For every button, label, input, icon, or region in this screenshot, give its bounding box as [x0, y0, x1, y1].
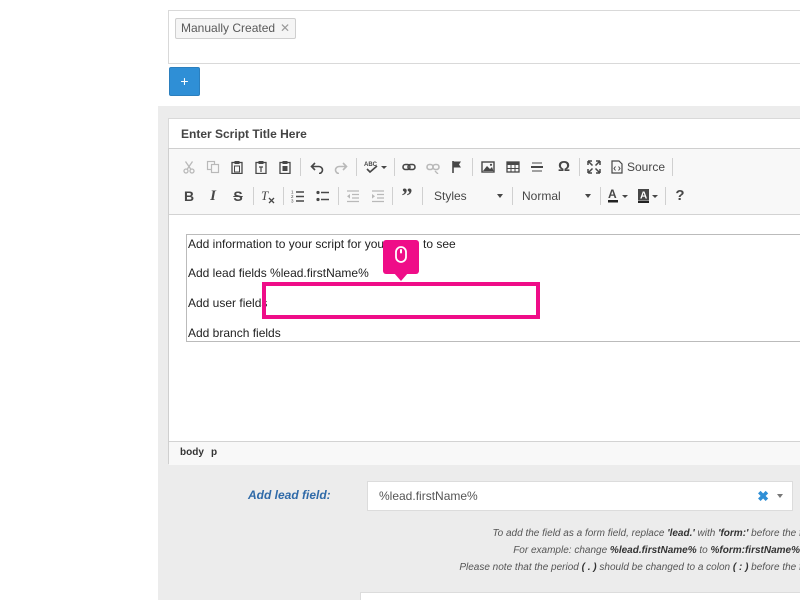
paste-icon[interactable] [227, 155, 247, 179]
doc-paragraph[interactable]: Add user fields [188, 296, 267, 310]
doc-paragraph[interactable]: Add information to your script for your [188, 237, 388, 251]
tag-remove-icon[interactable]: ✕ [280, 19, 290, 38]
toolbar-separator [283, 187, 284, 205]
help-text: before the fi [748, 562, 800, 573]
help-text-line-2: For example: change %lead.firstName% to … [513, 545, 800, 556]
help-code: %form:firstName% [710, 545, 800, 556]
bold-icon[interactable]: B [179, 184, 199, 208]
path-item-p[interactable]: p [211, 447, 217, 458]
help-text-line-1: To add the field as a form field, replac… [492, 528, 800, 539]
link-icon[interactable] [399, 155, 419, 179]
click-target-highlight [262, 282, 540, 319]
text-color-icon[interactable]: A [605, 184, 631, 208]
bg-color-icon[interactable]: A [635, 184, 661, 208]
maximize-icon[interactable] [584, 155, 604, 179]
marker-pointer [394, 273, 408, 281]
svg-text:A: A [608, 188, 617, 201]
source-button[interactable]: Source [611, 155, 669, 179]
toolbar-separator [665, 187, 666, 205]
add-button[interactable]: + [169, 67, 200, 96]
svg-text:A: A [640, 191, 647, 202]
undo-icon[interactable] [307, 155, 327, 179]
image-icon[interactable] [478, 155, 498, 179]
mouse-icon [395, 246, 407, 268]
toolbar-separator [472, 158, 473, 176]
chevron-down-icon [585, 194, 591, 198]
help-text: Please note that the period [459, 562, 582, 573]
chevron-down-icon [497, 194, 503, 198]
paste-text-icon[interactable] [251, 155, 271, 179]
format-label: Normal [522, 189, 561, 203]
page: Manually Created ✕ + Enter Script Title … [0, 0, 800, 600]
format-dropdown[interactable]: Normal [519, 185, 595, 207]
remove-format-icon[interactable]: T [258, 184, 278, 208]
toolbar-separator [512, 187, 513, 205]
toolbar-separator [422, 187, 423, 205]
help-text: To add the field as a form field, replac… [492, 528, 668, 539]
help-text: to [696, 545, 711, 556]
table-icon[interactable] [503, 155, 523, 179]
toolbar-separator [356, 158, 357, 176]
horizontal-line-icon[interactable] [527, 155, 547, 179]
bulleted-list-icon[interactable] [313, 184, 333, 208]
lead-field-value: %lead.firstName% [379, 489, 478, 503]
anchor-icon[interactable] [447, 155, 467, 179]
special-char-icon[interactable]: Ω [554, 155, 574, 179]
redo-icon[interactable] [331, 155, 351, 179]
next-field-input[interactable] [360, 592, 800, 600]
mouse-click-marker [383, 240, 419, 274]
styles-dropdown[interactable]: Styles [431, 185, 507, 207]
help-code: ( . ) [581, 562, 597, 573]
paste-word-icon[interactable] [275, 155, 295, 179]
script-title-input[interactable]: Enter Script Title Here [168, 118, 800, 148]
numbered-list-icon[interactable]: 123 [288, 184, 308, 208]
help-text-line-3: Please note that the period ( . ) should… [459, 562, 800, 573]
toolbar-separator [392, 187, 393, 205]
source-label: Source [627, 160, 666, 174]
outdent-icon[interactable] [343, 184, 363, 208]
copy-icon[interactable] [203, 155, 223, 179]
toolbar-separator [394, 158, 395, 176]
strike-icon[interactable]: S [228, 184, 248, 208]
svg-text:T: T [261, 188, 269, 203]
help-text: before the fi [748, 528, 800, 539]
source-icon [611, 160, 623, 174]
help-text: should be changed to a colon [596, 562, 733, 573]
doc-paragraph[interactable]: Add lead fields %lead.firstName% [188, 266, 369, 280]
clear-icon[interactable]: ✖ [757, 482, 769, 510]
tag-label: Manually Created [181, 21, 276, 35]
help-text: For example: change [513, 545, 610, 556]
cut-icon[interactable] [179, 155, 199, 179]
tag-chip: Manually Created ✕ [175, 18, 297, 39]
blockquote-icon[interactable]: ” [397, 183, 417, 208]
lead-field-select[interactable]: %lead.firstName% ✖ [367, 481, 793, 511]
indent-icon[interactable] [368, 184, 388, 208]
editor-toolbar: ABC Ω Source B I S T 1 2 3 ” Styles Norm… [169, 149, 800, 215]
lead-field-label: Add lead field: [248, 488, 331, 502]
help-code: 'form:' [718, 528, 749, 539]
help-text: with [694, 528, 719, 539]
toolbar-separator [672, 158, 673, 176]
doc-paragraph[interactable]: Add branch fields [188, 326, 281, 340]
help-icon[interactable]: ? [670, 184, 690, 208]
help-code: %lead.firstName% [609, 545, 697, 556]
doc-paragraph[interactable]: to see [423, 237, 456, 251]
svg-text:3: 3 [291, 199, 294, 204]
italic-icon[interactable]: I [203, 184, 223, 208]
help-code: ( : ) [732, 562, 749, 573]
toolbar-separator [300, 158, 301, 176]
toolbar-separator [253, 187, 254, 205]
help-code: 'lead.' [667, 528, 695, 539]
spellcheck-icon[interactable]: ABC [362, 155, 390, 179]
editor-content[interactable]: Add information to your script for your … [169, 216, 800, 441]
toolbar-separator [338, 187, 339, 205]
toolbar-separator [600, 187, 601, 205]
chevron-down-icon[interactable] [777, 494, 783, 498]
unlink-icon[interactable] [423, 155, 443, 179]
tags-field[interactable]: Manually Created ✕ [168, 10, 800, 64]
styles-label: Styles [434, 189, 467, 203]
path-item-body[interactable]: body [180, 447, 204, 458]
element-path-bar: body p [169, 441, 800, 465]
toolbar-separator [579, 158, 580, 176]
